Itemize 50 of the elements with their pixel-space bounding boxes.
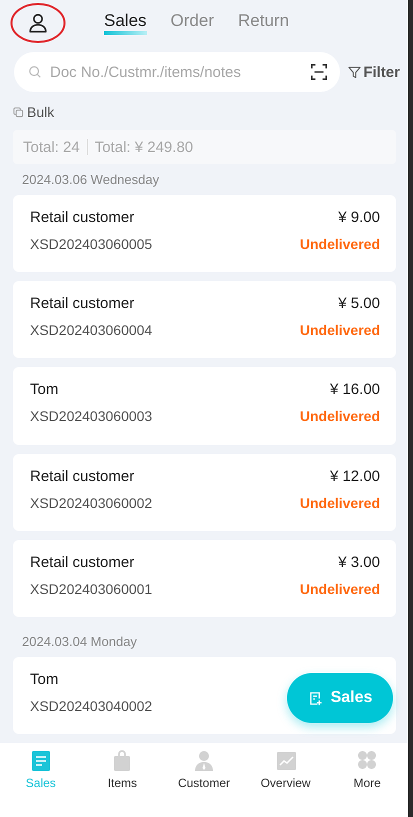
order-amount: ¥ 5.00 (338, 295, 380, 312)
order-amount: ¥ 12.00 (330, 468, 380, 485)
order-amount: ¥ 3.00 (338, 554, 380, 571)
search-field[interactable]: Doc No./Custmr./items/notes (50, 64, 302, 80)
customer-name: Retail customer (30, 295, 134, 312)
order-card[interactable]: Retail customer ¥ 12.00 XSD202403060002 Undelivered (13, 454, 396, 531)
profile-icon[interactable] (27, 12, 49, 34)
person-icon (192, 749, 215, 773)
scan-icon[interactable] (310, 63, 328, 81)
order-card[interactable]: Tom ¥ 16.00 XSD202403060003 Undelivered (13, 367, 396, 445)
total-amount: Total: ¥ 249.80 (94, 138, 194, 156)
total-count: Total: 24 (23, 138, 80, 156)
highlight-ellipse (10, 2, 66, 44)
nav-tab[interactable]: Customer (166, 749, 242, 790)
customer-name: Tom (30, 670, 58, 688)
order-number: XSD202403060001 (30, 580, 152, 597)
customer-name: Tom (30, 381, 58, 398)
filter-icon (348, 66, 362, 78)
filter-button[interactable]: Filter (348, 64, 400, 80)
search-icon (28, 65, 42, 79)
order-number: XSD202403040002 (30, 698, 152, 714)
order-status: Undelivered (300, 236, 380, 252)
customer-name: Retail customer (30, 554, 134, 571)
order-number: XSD202403060004 (30, 322, 152, 338)
order-number: XSD202403060003 (30, 408, 152, 424)
nav-tab[interactable]: Items (84, 749, 160, 790)
order-card[interactable]: Retail customer ¥ 9.00 XSD202403060005 Undelivered (13, 195, 396, 272)
order-status: Undelivered (300, 322, 380, 338)
nav-tab[interactable]: More (329, 749, 406, 790)
order-card[interactable]: Retail customer ¥ 5.00 XSD202403060004 Undelivered (13, 281, 396, 358)
nav-tab[interactable]: Overview (248, 749, 324, 790)
date-header: 2024.03.04 Monday (21, 632, 138, 651)
order-number: XSD202403060002 (30, 494, 152, 511)
tab[interactable]: Sales (104, 11, 147, 35)
order-status: Undelivered (300, 494, 380, 511)
order-status: Undelivered (300, 408, 380, 424)
order-status: Undelivered (300, 580, 380, 597)
chart-icon (274, 749, 297, 773)
bulk-button[interactable]: Bulk (13, 104, 54, 120)
order-number: XSD202403060005 (30, 236, 152, 252)
search-box[interactable]: Doc No./Custmr./items/notes (14, 52, 340, 92)
customer-name: Retail customer (30, 209, 134, 226)
document-icon (30, 749, 52, 773)
copy-icon (13, 106, 24, 118)
order-amount: ¥ 9.00 (338, 209, 380, 226)
order-card[interactable]: Retail customer ¥ 3.00 XSD202403060001 Undelivered (13, 540, 396, 617)
customer-name: Retail customer (30, 468, 134, 485)
date-header: 2024.03.06 Wednesday (21, 171, 160, 189)
order-amount: ¥ 16.00 (330, 381, 380, 398)
add-document-icon (308, 690, 323, 706)
